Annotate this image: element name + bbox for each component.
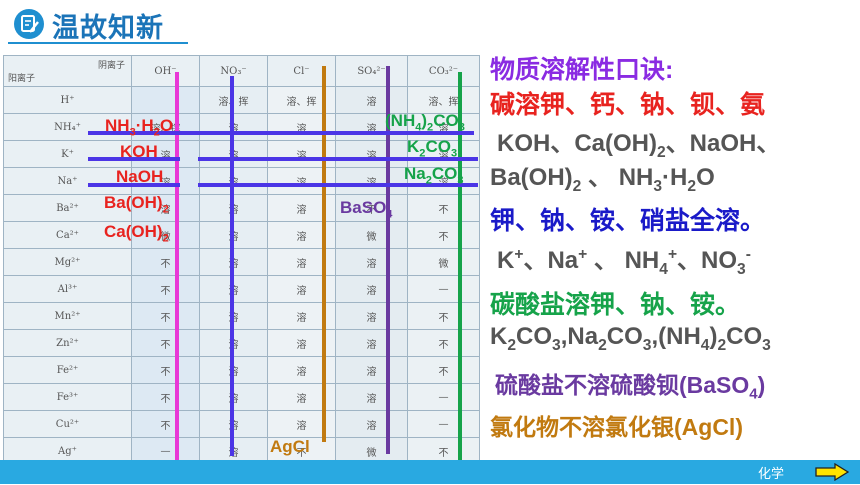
koh-label: KOH xyxy=(120,142,158,161)
mnemonic-chloride-line: 氯化物不溶氯化银(AgCl) xyxy=(490,414,743,440)
alkali-formulas: KOH、Ca(OH)2、NaOH、 xyxy=(497,130,781,161)
anion-header: CO₃²⁻ xyxy=(407,55,480,87)
solubility-cell: 溶 xyxy=(335,302,408,330)
solubility-cell: 微 xyxy=(335,221,408,249)
caoh2-label: Ca(OH)2 xyxy=(104,222,169,245)
table-corner-header: 阴离子 阳离子 xyxy=(3,55,132,87)
cation-cell: Al³⁺ xyxy=(3,275,132,303)
next-arrow-icon[interactable] xyxy=(815,462,850,485)
solubility-cell: 溶 xyxy=(335,356,408,384)
solubility-cell: 不 xyxy=(407,329,480,357)
solubility-cell: 不 xyxy=(131,356,200,384)
solubility-cell: — xyxy=(407,410,480,438)
mnemonic-title: 物质溶解性口诀: xyxy=(490,56,674,84)
solubility-cell: 不 xyxy=(131,410,200,438)
cl-column-marker xyxy=(322,66,326,442)
anion-header: OH⁻ xyxy=(131,55,200,87)
table-row: Ca²⁺微溶溶微不 xyxy=(3,221,480,249)
cation-cell: Fe²⁺ xyxy=(3,356,132,384)
cation-cell: Zn²⁺ xyxy=(3,329,132,357)
table-row: Fe³⁺不溶溶溶— xyxy=(3,383,480,411)
anion-header-label: 阴离子 xyxy=(97,61,125,71)
solubility-cell: 溶 xyxy=(335,167,408,195)
cation-cell: Mg²⁺ xyxy=(3,248,132,276)
table-row: Zn²⁺不溶溶溶不 xyxy=(3,329,480,357)
k2co3-label: K2CO3 xyxy=(407,137,458,160)
solubility-cell: 溶 xyxy=(335,410,408,438)
solubility-cell: 不 xyxy=(131,329,200,357)
title-underline xyxy=(8,42,188,44)
solubility-cell: 不 xyxy=(131,275,200,303)
anion-header: SO₄²⁻ xyxy=(335,55,408,87)
solubility-cell: 溶 xyxy=(335,275,408,303)
cation-cell: Mn²⁺ xyxy=(3,302,132,330)
mnemonic-salt-line: 钾、钠、铵、硝盐全溶。 xyxy=(490,207,766,235)
solubility-cell: 不 xyxy=(131,248,200,276)
footer-bar xyxy=(0,460,860,484)
table-row: Cu²⁺不溶溶溶— xyxy=(3,410,480,438)
alkali-formulas-2: Ba(OH)2 、 NH3·H2O xyxy=(490,164,715,195)
cation-cell: K⁺ xyxy=(3,140,132,168)
nh3h2o-label: NH3·H2O xyxy=(105,116,174,139)
carbonate-formulas: K2CO3,Na2CO3,(NH4)2CO3 xyxy=(490,323,771,354)
solubility-cell: — xyxy=(407,383,480,411)
agcl-label: AgCl xyxy=(270,437,310,456)
table-row: Al³⁺不溶溶溶— xyxy=(3,275,480,303)
solubility-cell: — xyxy=(407,275,480,303)
cation-cell: Cu²⁺ xyxy=(3,410,132,438)
subject-label: 化学 xyxy=(758,467,785,482)
baoh2-label: Ba(OH)2 xyxy=(104,193,169,216)
solubility-cell: 不 xyxy=(407,194,480,222)
page-title: 温故知新 xyxy=(52,13,164,44)
table-row: H⁺溶、挥溶、挥溶溶、挥 xyxy=(3,86,480,114)
solubility-cell: 不 xyxy=(407,356,480,384)
nh4co3-label: (NH4)2CO3 xyxy=(385,111,465,134)
mnemonic-carbonate-line: 碳酸盐溶钾、钠、铵。 xyxy=(490,291,741,319)
table-row: Fe²⁺不溶溶溶不 xyxy=(3,356,480,384)
cation-cell: Fe³⁺ xyxy=(3,383,132,411)
cation-cell: H⁺ xyxy=(3,86,132,114)
solubility-cell: 不 xyxy=(131,383,200,411)
solubility-cell: 溶 xyxy=(335,383,408,411)
soluble-ions: K+、Na+ 、 NH4+、NO3- xyxy=(497,246,751,278)
baso4-label: BaSO4 xyxy=(340,198,393,221)
mnemonic-alkali-line: 碱溶钾、钙、钠、钡、氨 xyxy=(490,91,766,119)
mnemonic-sulfate-line: 硫酸盐不溶硫酸钡(BaSO4) xyxy=(495,372,766,403)
solubility-cell xyxy=(131,86,200,114)
table-row: Mn²⁺不溶溶溶不 xyxy=(3,302,480,330)
table-row: Mg²⁺不溶溶溶微 xyxy=(3,248,480,276)
solubility-cell: 溶、挥 xyxy=(407,86,480,114)
solubility-cell: 不 xyxy=(407,302,480,330)
cation-cell: Na⁺ xyxy=(3,167,132,195)
na2co3-label: Na2CO3 xyxy=(404,164,464,187)
solubility-cell: 溶 xyxy=(335,140,408,168)
naoh-label: NaOH xyxy=(116,167,164,186)
solubility-cell: 溶 xyxy=(335,329,408,357)
table-row: Ba²⁺溶溶溶不不 xyxy=(3,194,480,222)
solubility-cell: 溶 xyxy=(335,86,408,114)
solubility-cell: 溶 xyxy=(335,248,408,276)
notebook-pen-icon xyxy=(14,9,44,39)
cation-header-label: 阳离子 xyxy=(8,74,36,84)
solubility-cell: 不 xyxy=(131,302,200,330)
solubility-cell: 微 xyxy=(407,248,480,276)
solubility-cell: 不 xyxy=(407,221,480,249)
